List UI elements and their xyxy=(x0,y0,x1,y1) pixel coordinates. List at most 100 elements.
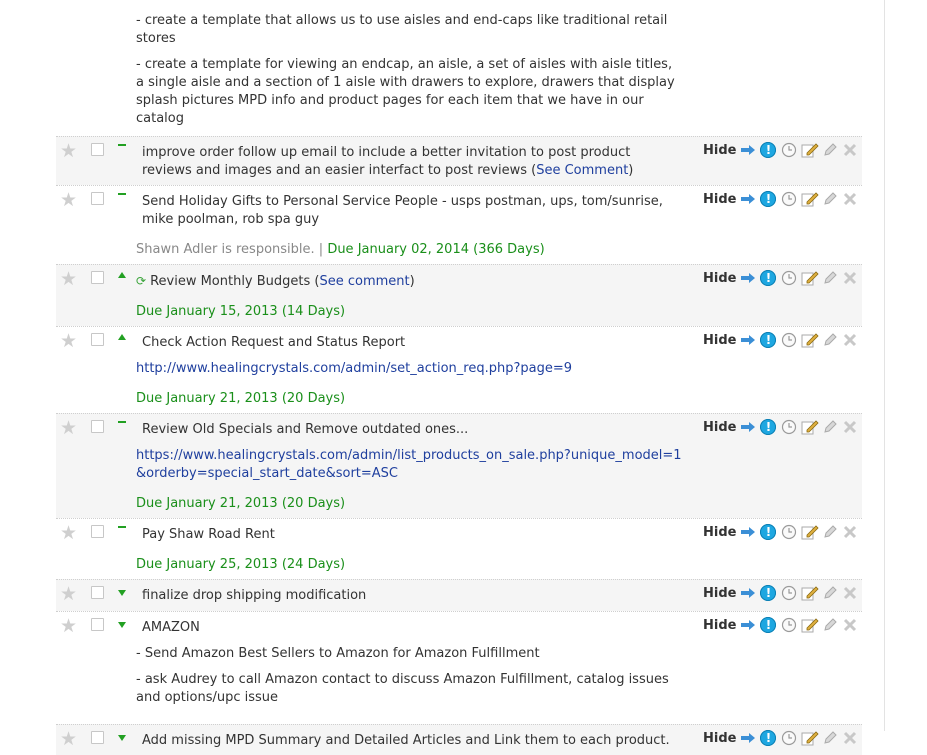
edit-note-icon[interactable] xyxy=(801,191,820,207)
edit-note-icon[interactable] xyxy=(801,419,820,435)
delete-icon[interactable] xyxy=(843,192,857,206)
task-link[interactable]: https://www.healingcrystals.com/admin/li… xyxy=(136,447,684,483)
hide-button[interactable]: Hide xyxy=(703,525,736,540)
task-checkbox[interactable] xyxy=(91,731,104,744)
delete-icon[interactable] xyxy=(843,333,857,347)
star-icon[interactable]: ★ xyxy=(60,142,77,161)
priority-high-icon[interactable] xyxy=(118,272,126,278)
priority-low-icon[interactable] xyxy=(118,590,126,596)
star-icon[interactable]: ★ xyxy=(60,191,77,210)
edit-note-icon[interactable] xyxy=(801,524,820,540)
hide-button[interactable]: Hide xyxy=(703,333,736,348)
delete-icon[interactable] xyxy=(843,420,857,434)
hide-button[interactable]: Hide xyxy=(703,618,736,633)
move-arrow-icon[interactable] xyxy=(740,421,756,433)
hide-button[interactable]: Hide xyxy=(703,586,736,601)
priority-low-icon[interactable] xyxy=(118,735,126,741)
delete-icon[interactable] xyxy=(843,525,857,539)
star-icon[interactable]: ★ xyxy=(60,270,77,289)
move-arrow-icon[interactable] xyxy=(740,144,756,156)
pencil-icon[interactable] xyxy=(823,618,838,632)
info-icon[interactable]: ! xyxy=(760,191,777,207)
pencil-icon[interactable] xyxy=(823,586,838,600)
task-checkbox[interactable] xyxy=(91,420,104,433)
task-checkbox[interactable] xyxy=(91,271,104,284)
pencil-icon[interactable] xyxy=(823,143,838,157)
hide-button[interactable]: Hide xyxy=(703,192,736,207)
pencil-icon[interactable] xyxy=(823,420,838,434)
clock-icon[interactable] xyxy=(781,142,797,158)
task-checkbox[interactable] xyxy=(91,192,104,205)
edit-note-icon[interactable] xyxy=(801,585,820,601)
priority-normal-icon[interactable] xyxy=(118,144,126,146)
info-icon[interactable]: ! xyxy=(760,142,777,158)
clock-icon[interactable] xyxy=(781,419,797,435)
task-checkbox[interactable] xyxy=(91,525,104,538)
task-title: Pay Shaw Road Rent xyxy=(142,527,275,542)
clock-icon[interactable] xyxy=(781,270,797,286)
priority-high-icon[interactable] xyxy=(118,334,126,340)
delete-icon[interactable] xyxy=(843,586,857,600)
priority-normal-icon[interactable] xyxy=(118,421,126,423)
move-arrow-icon[interactable] xyxy=(740,732,756,744)
pencil-icon[interactable] xyxy=(823,525,838,539)
info-icon[interactable]: ! xyxy=(760,419,777,435)
info-icon[interactable]: ! xyxy=(760,270,777,286)
priority-normal-icon[interactable] xyxy=(118,193,126,195)
pencil-icon[interactable] xyxy=(823,271,838,285)
clock-icon[interactable] xyxy=(781,617,797,633)
move-arrow-icon[interactable] xyxy=(740,193,756,205)
star-icon[interactable]: ★ xyxy=(60,730,77,749)
edit-note-icon[interactable] xyxy=(801,332,820,348)
delete-icon[interactable] xyxy=(843,143,857,157)
edit-note-icon[interactable] xyxy=(801,617,820,633)
info-icon[interactable]: ! xyxy=(760,524,777,540)
hide-button[interactable]: Hide xyxy=(703,731,736,746)
hide-button[interactable]: Hide xyxy=(703,420,736,435)
see-comment-link[interactable]: See comment xyxy=(320,274,410,289)
task-row: ★ Send Holiday Gifts to Personal Service… xyxy=(56,185,862,264)
pencil-icon[interactable] xyxy=(823,333,838,347)
task-checkbox[interactable] xyxy=(91,586,104,599)
clock-icon[interactable] xyxy=(781,332,797,348)
priority-low-icon[interactable] xyxy=(118,622,126,628)
see-comment-link[interactable]: See Comment xyxy=(536,163,628,178)
pencil-icon[interactable] xyxy=(823,731,838,745)
move-arrow-icon[interactable] xyxy=(740,272,756,284)
move-arrow-icon[interactable] xyxy=(740,526,756,538)
move-arrow-icon[interactable] xyxy=(740,587,756,599)
pencil-icon[interactable] xyxy=(823,192,838,206)
responsible-person[interactable]: Shawn Adler xyxy=(136,242,217,257)
star-icon[interactable]: ★ xyxy=(60,617,77,636)
task-row: ★ Add missing MPD Summary and Detailed A… xyxy=(56,724,862,755)
info-icon[interactable]: ! xyxy=(760,332,777,348)
clock-icon[interactable] xyxy=(781,191,797,207)
edit-note-icon[interactable] xyxy=(801,730,820,746)
task-checkbox[interactable] xyxy=(91,333,104,346)
star-icon[interactable]: ★ xyxy=(60,585,77,604)
clock-icon[interactable] xyxy=(781,730,797,746)
priority-normal-icon[interactable] xyxy=(118,526,126,528)
move-arrow-icon[interactable] xyxy=(740,619,756,631)
clock-icon[interactable] xyxy=(781,585,797,601)
due-date: Due January 21, 2013 (20 Days) xyxy=(136,496,346,511)
delete-icon[interactable] xyxy=(843,271,857,285)
edit-note-icon[interactable] xyxy=(801,142,820,158)
info-icon[interactable]: ! xyxy=(760,730,777,746)
star-icon[interactable]: ★ xyxy=(60,524,77,543)
delete-icon[interactable] xyxy=(843,731,857,745)
info-icon[interactable]: ! xyxy=(760,617,777,633)
info-icon[interactable]: ! xyxy=(760,585,777,601)
task-body: Check Action Request and Status Report h… xyxy=(56,327,684,413)
delete-icon[interactable] xyxy=(843,618,857,632)
star-icon[interactable]: ★ xyxy=(60,332,77,351)
star-icon[interactable]: ★ xyxy=(60,419,77,438)
move-arrow-icon[interactable] xyxy=(740,334,756,346)
edit-note-icon[interactable] xyxy=(801,270,820,286)
task-checkbox[interactable] xyxy=(91,618,104,631)
task-link[interactable]: http://www.healingcrystals.com/admin/set… xyxy=(136,360,684,378)
task-checkbox[interactable] xyxy=(91,143,104,156)
clock-icon[interactable] xyxy=(781,524,797,540)
hide-button[interactable]: Hide xyxy=(703,271,736,286)
hide-button[interactable]: Hide xyxy=(703,143,736,158)
